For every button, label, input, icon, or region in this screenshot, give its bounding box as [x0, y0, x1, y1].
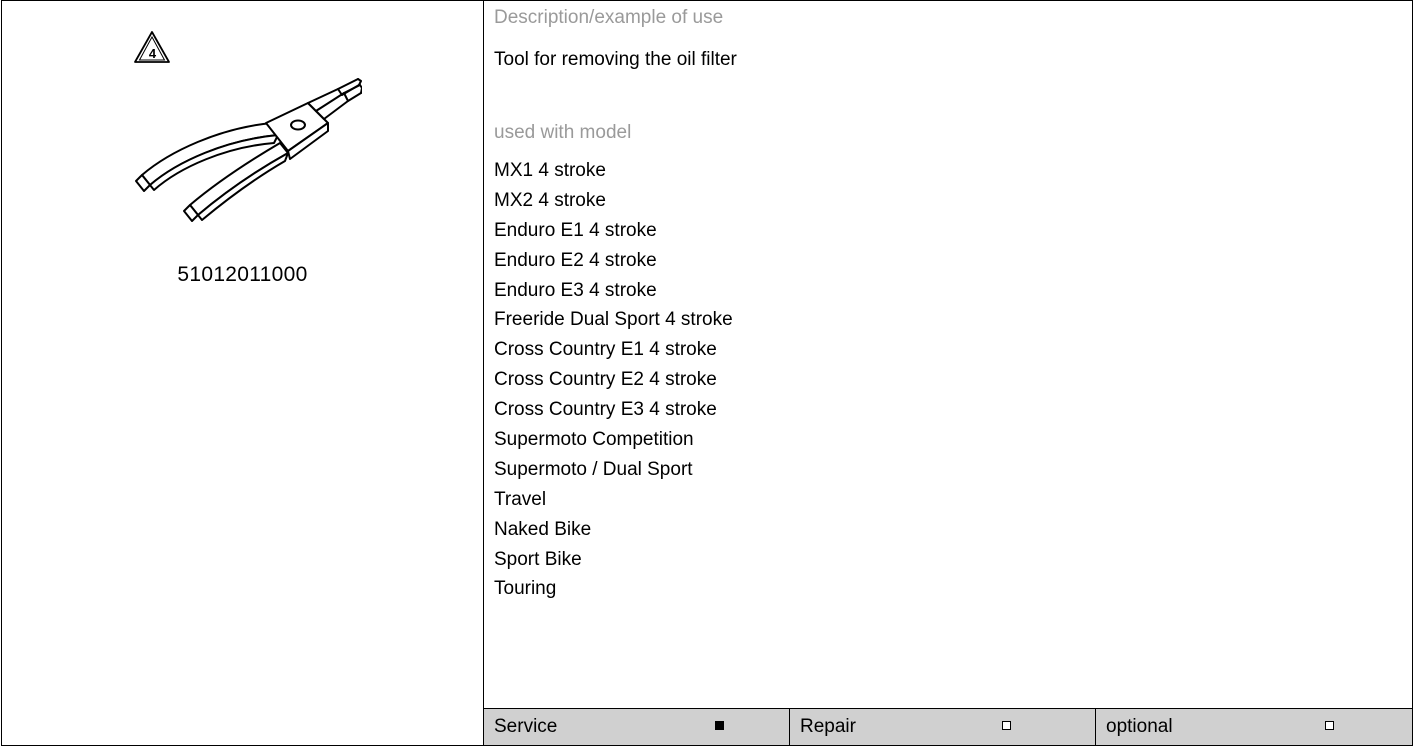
model-item: Enduro E3 4 stroke: [494, 279, 657, 301]
model-item: Cross Country E3 4 stroke: [494, 399, 717, 421]
model-item: Naked Bike: [494, 518, 592, 540]
model-item: Supermoto Competition: [494, 429, 694, 451]
model-item: Cross Country E1 4 stroke: [494, 339, 717, 361]
service-label: Service: [494, 716, 558, 737]
model-item: Touring: [494, 578, 557, 600]
optional-label: optional: [1106, 716, 1173, 737]
tool-card: 4 51012011000 Description/example of use…: [1, 0, 1413, 746]
model-item: Travel: [494, 488, 547, 510]
model-item: MX1 4 stroke: [494, 160, 606, 181]
model-item: Freeride Dual Sport 4 stroke: [494, 309, 733, 331]
tool-image-panel: 4 51012011000: [2, 1, 483, 745]
model-item: Enduro E1 4 stroke: [494, 219, 657, 241]
models-heading: used with model: [494, 122, 632, 143]
model-item: Sport Bike: [494, 548, 582, 570]
service-category: Service: [484, 709, 790, 745]
repair-category: Repair: [790, 709, 1096, 745]
tool-details-panel: Description/example of use Tool for remo…: [484, 1, 1412, 745]
model-item: Cross Country E2 4 stroke: [494, 369, 717, 391]
warning-symbol-number: 4: [149, 46, 157, 61]
circlip-pliers-illustration: [135, 78, 362, 222]
optional-checkbox: [1325, 721, 1334, 730]
repair-checkbox: [1002, 721, 1011, 730]
service-checkbox: [715, 721, 724, 730]
description-heading: Description/example of use: [494, 7, 724, 28]
model-item: Supermoto / Dual Sport: [494, 458, 693, 480]
part-number: 51012011000: [177, 263, 308, 286]
repair-label: Repair: [800, 716, 856, 737]
model-item: Enduro E2 4 stroke: [494, 249, 657, 271]
model-item: MX2 4 stroke: [494, 189, 606, 211]
usage-category-bar: Service Repair optional: [484, 708, 1412, 745]
tool-description: Tool for removing the oil filter: [494, 49, 737, 70]
warning-triangle-icon: 4: [134, 31, 170, 63]
optional-category: optional: [1096, 709, 1412, 745]
models-list: MX1 4 stroke MX2 4 stroke Enduro E1 4 st…: [494, 156, 733, 604]
